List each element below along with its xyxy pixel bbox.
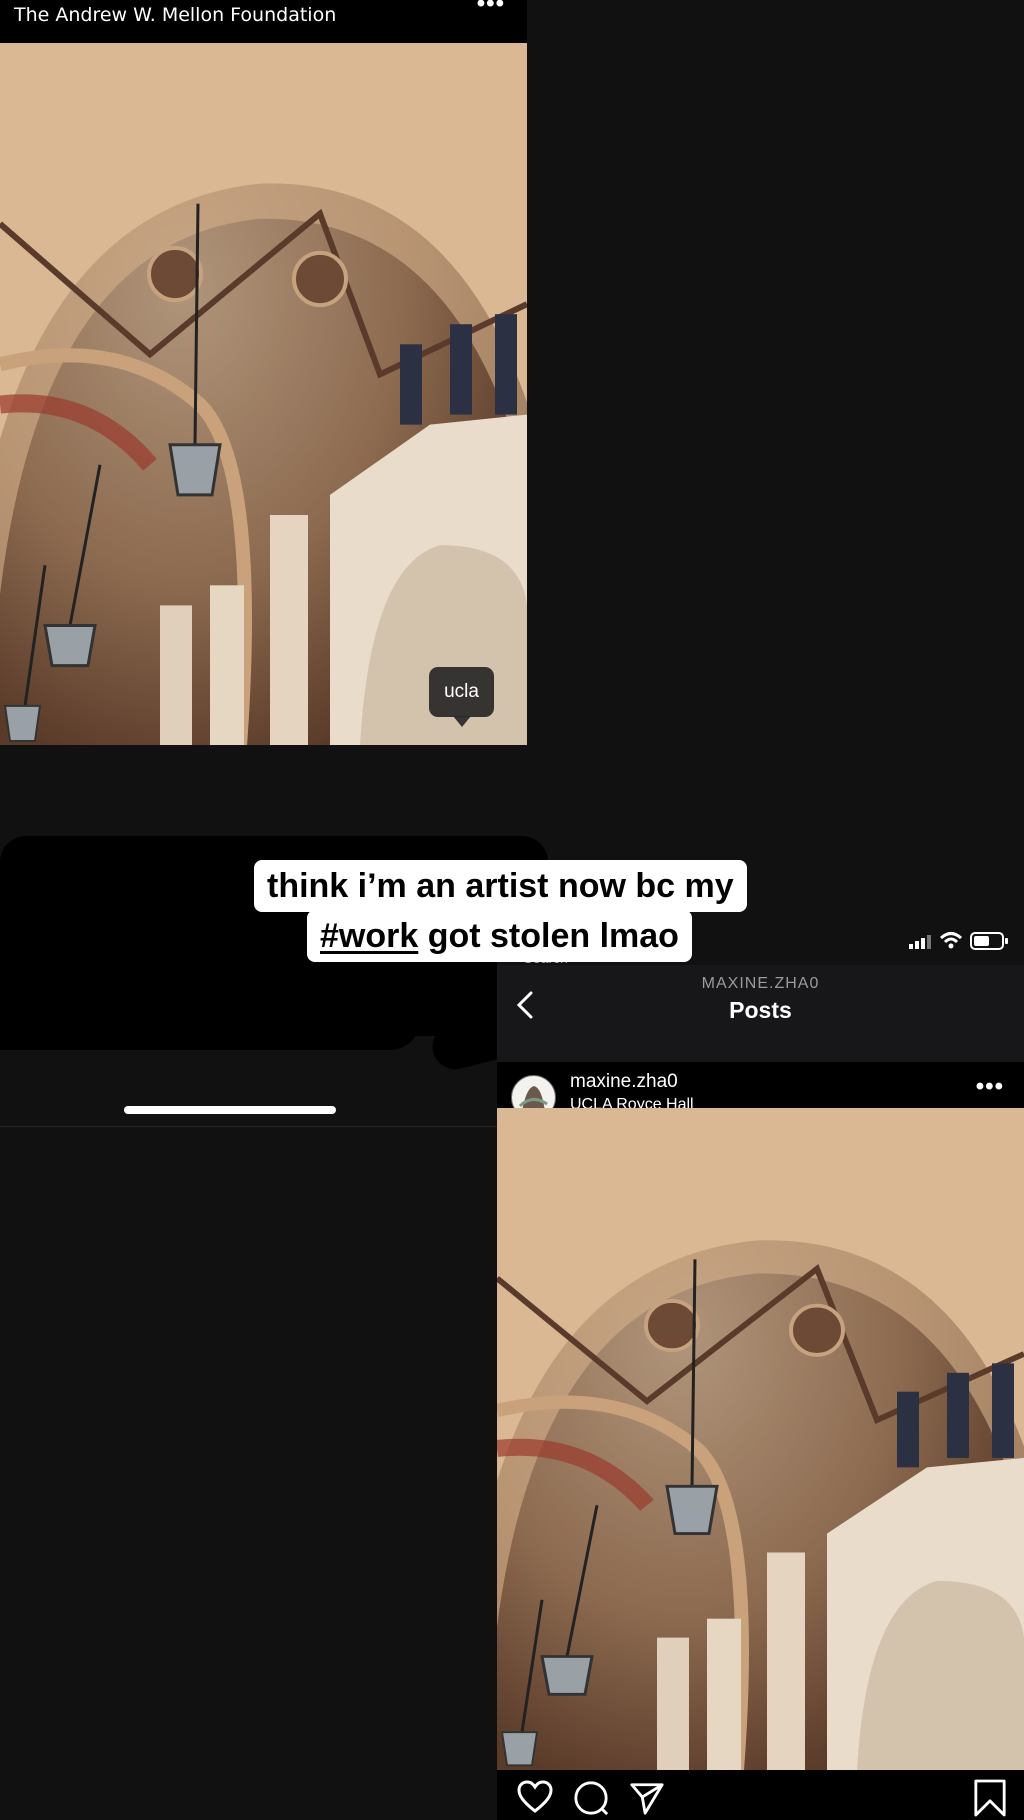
divider — [0, 1126, 497, 1127]
location-tag[interactable]: ucla — [429, 667, 494, 727]
story-caption-text: got stolen lmao — [418, 917, 679, 955]
nav-username: MAXINE.ZHA0 — [701, 975, 820, 992]
left-post-screenshot: The Andrew W. Mellon Foundation ••• ucla — [0, 0, 527, 745]
story-caption-line-1: think i’m an artist now bc my — [254, 860, 747, 912]
home-indicator — [124, 1106, 336, 1114]
story-caption-line-2: #work got stolen lmao — [307, 910, 692, 962]
hashtag-link[interactable]: #work — [320, 917, 418, 955]
account-name[interactable]: The Andrew W. Mellon Foundation — [14, 4, 336, 26]
cell-signal-icon — [909, 935, 931, 949]
post-photo[interactable] — [0, 43, 527, 745]
page-title: Posts — [729, 997, 792, 1023]
post-action-bar — [497, 1770, 1024, 1820]
wifi-icon — [939, 932, 963, 949]
redaction-block — [0, 960, 420, 1050]
battery-icon — [970, 932, 1008, 950]
heart-icon[interactable] — [517, 1780, 553, 1814]
right-post-screenshot: ‹ Search MAXINE.ZHA0 Posts maxine.zha0 U… — [497, 905, 1024, 1820]
bookmark-icon[interactable] — [973, 1778, 1007, 1818]
more-dots-icon[interactable]: ••• — [976, 1073, 1004, 1101]
post-photo[interactable] — [497, 1108, 1024, 1770]
more-dots-icon[interactable]: ••• — [477, 0, 505, 18]
comment-icon[interactable] — [573, 1780, 609, 1816]
post-username[interactable]: maxine.zha0 — [570, 1071, 678, 1093]
share-icon[interactable] — [629, 1780, 665, 1816]
